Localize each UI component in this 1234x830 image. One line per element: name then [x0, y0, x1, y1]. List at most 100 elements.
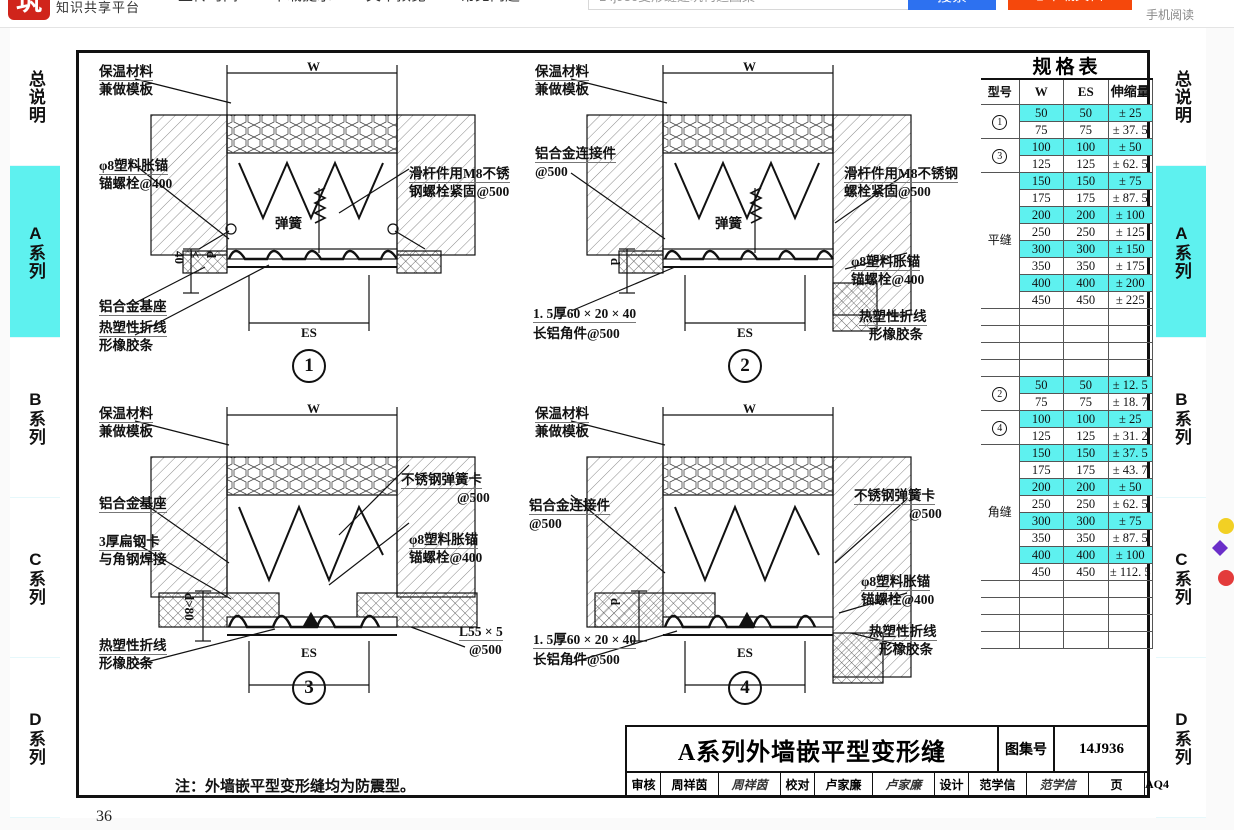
spacer-row: [981, 307, 1153, 326]
search-button[interactable]: 搜索: [908, 0, 996, 10]
detail-4-ann-alu-conn-1: 铝合金连接件: [529, 498, 610, 515]
cell-range: ± 175: [1107, 256, 1153, 275]
spec-g2-kind: 角缝: [981, 443, 1020, 581]
cell-es: 450: [1063, 290, 1109, 309]
cell-range: ± 225: [1107, 290, 1153, 309]
cell-es: 125: [1063, 426, 1109, 445]
detail-3-ann-flatbar-2: 与角钢焊接: [99, 552, 167, 567]
logo-icon: 筑: [8, 0, 50, 20]
designer-signature: 范学信: [1027, 773, 1089, 795]
series-tab-b-right[interactable]: B系列: [1156, 338, 1206, 498]
table-row: 3 100 100 ± 50: [981, 137, 1153, 173]
spacer-row: [981, 596, 1153, 615]
detail-2-ann-slide-2: 螺栓紧固@500: [844, 184, 931, 199]
series-tabs-right: 总说明 A系列 B系列 C系列 D系列: [1156, 28, 1206, 818]
cell-w: 350: [1018, 256, 1064, 275]
download-document-button[interactable]: ⤓ 下载文档: [1008, 0, 1132, 10]
table-row: 1 50 50 ± 25: [981, 103, 1153, 139]
series-tab-a-right[interactable]: A系列: [1156, 166, 1206, 338]
table-row: 平缝 150 150 ± 75: [981, 171, 1153, 309]
checker-name: 卢家廉: [815, 773, 873, 795]
site-header: 筑 筑龙学社 知识共享平台 上传时间 下载提示 文本预览 常见问题 14j936…: [0, 0, 1234, 28]
series-tab-general-right[interactable]: 总说明: [1156, 28, 1206, 166]
nav-item-text-preview[interactable]: 文本预览: [366, 0, 426, 5]
series-tab-d-left[interactable]: D系列: [10, 658, 60, 818]
detail-2-ann-angle-2: 长铝角件@500: [533, 326, 620, 341]
checker-signature: 卢家廉: [873, 773, 935, 795]
cell-es: 150: [1063, 443, 1109, 462]
detail-4-ann-angle-1: 1. 5厚60 × 20 × 40: [533, 632, 637, 649]
nav-item-faq[interactable]: 常见问题: [460, 0, 520, 5]
series-tab-c-left[interactable]: C系列: [10, 498, 60, 658]
detail-1-ann-insulation-2: 兼做模板: [99, 82, 153, 97]
spec-g2-id-top: 2: [981, 375, 1020, 411]
cell-range: ± 62. 5: [1107, 494, 1153, 513]
detail-3-ann-insulation-1: 保温材料: [99, 406, 153, 423]
detail-4-ann-clip-2: @500: [909, 506, 942, 521]
spec-col-travel: 伸缩量: [1107, 80, 1153, 105]
cell-es: 125: [1063, 154, 1109, 173]
detail-4-ann-insulation-1: 保温材料: [535, 406, 589, 423]
cell-w: 175: [1018, 460, 1064, 479]
checker-label: 校对: [781, 773, 815, 795]
cell-w: 75: [1018, 392, 1064, 411]
series-tab-a-left[interactable]: A系列: [10, 166, 60, 338]
cell-range: ± 31. 2: [1107, 426, 1153, 445]
cell-w: 250: [1018, 222, 1064, 241]
series-tab-general-left[interactable]: 总说明: [10, 28, 60, 166]
detail-4-number: 4: [728, 671, 762, 705]
detail-1-ann-anchor-2: 锚螺栓@400: [99, 176, 173, 191]
drawing-title: A系列外墙嵌平型变形缝: [627, 727, 999, 771]
series-tabs-left: 总说明 A系列 B系列 C系列 D系列: [10, 28, 60, 818]
detail-2-ann-alu-conn-2: @500: [535, 164, 568, 179]
spacer-row: [981, 579, 1153, 598]
drawing-sheet: 总说明 A系列 B系列 C系列 D系列 总说明 A系列 B系列 C系列 D系列 …: [10, 28, 1206, 825]
cell-es: 300: [1063, 239, 1109, 258]
detail-3-ann-angle-1: L55 × 5: [459, 624, 503, 641]
logo-subtitle: 知识共享平台: [56, 0, 141, 16]
detail-3-ann-anchor-1: φ8塑料胀锚: [409, 532, 479, 549]
mobile-read-link[interactable]: 手机阅读: [1146, 6, 1194, 23]
cell-range: ± 150: [1107, 239, 1153, 258]
cell-range: ± 25: [1107, 409, 1153, 428]
cell-range: ± 100: [1107, 545, 1153, 564]
detail-4-dim-w: W: [743, 401, 756, 416]
detail-3-number: 3: [292, 671, 326, 705]
spacer-row: [981, 630, 1153, 649]
reviewer-name: 周祥茵: [661, 773, 719, 795]
detail-2-number: 2: [728, 349, 762, 383]
detail-3-ann-alu-base: 铝合金基座: [99, 496, 167, 513]
reviewer-label: 审核: [627, 773, 661, 795]
cell-range: ± 25: [1107, 103, 1153, 122]
detail-3-ann-angle-2: @500: [469, 642, 502, 657]
detail-4-ann-anchor-2: 锚螺栓@400: [861, 592, 935, 607]
detail-3-ann-insulation-2: 兼做模板: [99, 424, 153, 439]
cell-es: 75: [1063, 392, 1109, 411]
cell-es: 75: [1063, 120, 1109, 139]
nav-item-download-tips[interactable]: 下载提示: [272, 0, 332, 5]
cell-w: 200: [1018, 205, 1064, 224]
cell-w: 450: [1018, 562, 1064, 581]
series-tab-b-left[interactable]: B系列: [10, 338, 60, 498]
cell-es: 50: [1063, 375, 1109, 394]
title-block-main: A系列外墙嵌平型变形缝 图集号 14J936: [627, 727, 1148, 773]
table-row: 4 100 100 ± 25: [981, 409, 1153, 445]
detail-2-ann-alu-conn-1: 铝合金连接件: [535, 146, 616, 163]
document-viewer[interactable]: 总说明 A系列 B系列 C系列 D系列 总说明 A系列 B系列 C系列 D系列 …: [0, 28, 1234, 830]
site-logo[interactable]: 筑 筑龙学社 知识共享平台: [8, 0, 140, 20]
detail-2-ann-anchor-1: φ8塑料胀锚: [851, 254, 921, 271]
detail-3-ann-rubber-1: 热塑性折线: [99, 638, 167, 655]
cell-w: 300: [1018, 239, 1064, 258]
nav-item-upload-time[interactable]: 上传时间: [178, 0, 238, 5]
atlas-number-label: 图集号: [999, 727, 1055, 771]
spec-g1-kind: 平缝: [981, 171, 1020, 309]
detail-1-ann-alu-base: 铝合金基座: [99, 299, 167, 316]
spec-col-es: ES: [1063, 80, 1109, 105]
spacer-row: [981, 324, 1153, 343]
search-input[interactable]: 14j936变形缝建筑构造图集: [588, 0, 908, 10]
cell-es: 450: [1063, 562, 1109, 581]
cell-range: ± 87. 5: [1107, 528, 1153, 547]
series-tab-c-right[interactable]: C系列: [1156, 498, 1206, 658]
cell-w: 175: [1018, 188, 1064, 207]
spacer-row: [981, 358, 1153, 377]
